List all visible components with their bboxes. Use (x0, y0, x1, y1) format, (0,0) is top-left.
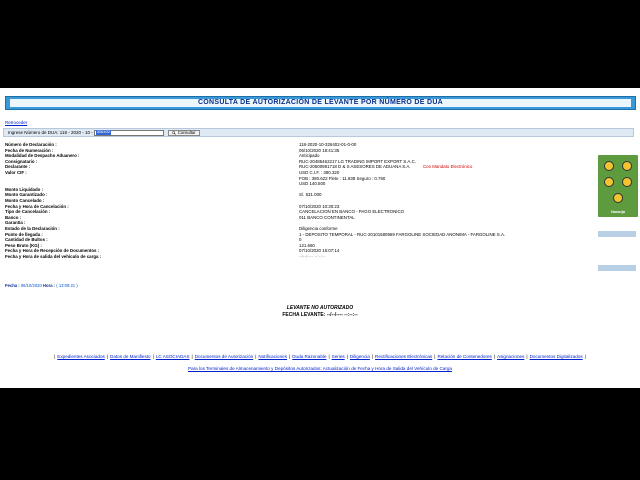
link-separator: | (493, 354, 496, 359)
detail-label: Banco : (5, 214, 22, 220)
detail-label: Fecha y Hora de salida del vehículo de c… (5, 253, 102, 259)
detail-label: Punto de llegada : (5, 231, 43, 237)
detail-value: CANCELACION EN BANCO - PAGO ELECTRONICO (299, 209, 405, 215)
detail-label: Estado de la Declaración : (5, 225, 60, 231)
related-links: | Expedientes Asociados | Datos de Manifies… (0, 354, 640, 360)
light-bottom-icon (613, 193, 623, 203)
page-title-banner: CONSULTA DE AUTORIZACIÓN DE LEVANTE POR … (5, 96, 636, 110)
detail-label: Número de Declaración : (5, 142, 57, 147)
related-link[interactable]: Documentos Digitalizados (530, 354, 583, 359)
detail-value: 1 - DEPOSITO TEMPORAL - RUC-20101580969 … (299, 231, 506, 237)
detail-value: 07/10/2020 16:07:14 (299, 248, 340, 254)
fecha-levante-value: --/--/---- --:--:-- (326, 312, 358, 318)
fecha-levante: FECHA LEVANTE: --/--/---- --:--:-- (0, 312, 640, 318)
detail-value: 118-2020-10-326402-01-0-00 (299, 142, 357, 147)
light-top-left-icon (604, 161, 614, 171)
link-separator: | (328, 354, 330, 359)
detail-value: RUC-20485462217 LG TRADING IMPORT EXPORT… (299, 158, 416, 164)
detail-value: S/. 531.000 (299, 192, 322, 198)
link-separator: | (54, 354, 56, 359)
link-separator: | (434, 354, 436, 359)
detail-value: RUC-20500981718 D & S ASESORES DE ADUANA… (299, 164, 411, 170)
detail-label: Modalidad de Despacho Aduanero : (5, 153, 80, 159)
detail-label: Consignatario : (5, 158, 38, 164)
detail-label: Declarante : (5, 164, 31, 170)
query-timestamp: Fecha : 06/10/2020 Hora : ( 13:09:21 ) (5, 283, 78, 288)
link-separator: | (106, 354, 109, 359)
consultar-button[interactable]: Consultar (167, 129, 200, 136)
link-separator: | (346, 354, 348, 359)
levante-status: LEVANTE NO AUTORIZADO FECHA LEVANTE: --/… (0, 305, 640, 318)
detail-label: Fecha de Numeración : (5, 147, 54, 153)
detail-label: Fecha y Hora de Recepción de Documentos … (5, 248, 100, 254)
hora-label: Hora : (42, 283, 56, 288)
related-link[interactable]: Series (332, 354, 345, 359)
detail-label: Cantidad de Bultos : (5, 237, 48, 243)
fecha-value: 06/10/2020 (20, 283, 42, 288)
detail-label: Fecha y Hora de Cancelación : (5, 203, 69, 209)
detail-label: Garantía : (5, 220, 26, 226)
search-icon (171, 130, 176, 135)
related-link[interactable]: Notificaciones (258, 354, 287, 359)
channel-indicator: Naranja (598, 155, 638, 217)
detail-value: Diligencia conforme (299, 225, 338, 231)
consultar-button-label: Consultar (177, 129, 196, 135)
detail-value: --/--/---- --:--:-- (299, 253, 326, 259)
detail-value: FOB : 380.622 Flete : 11.838 Seguro : 0.… (299, 175, 386, 181)
related-link[interactable]: Documentos de Autorización (195, 354, 253, 359)
link-separator: | (371, 354, 374, 359)
status-bar-2 (598, 265, 636, 271)
declaration-details: Número de Declaración : 118-2020-10-32640… (5, 142, 525, 259)
levante-status-text: LEVANTE NO AUTORIZADO (286, 305, 354, 311)
detail-label: Monto Liquidado : (5, 186, 44, 192)
link-separator: | (255, 354, 257, 359)
detail-value: Anticipado (299, 153, 320, 159)
link-separator: | (152, 354, 154, 359)
related-link[interactable]: LC ASOCIADAS (156, 354, 190, 359)
detail-value: 06/10/2020 18:41:35 (299, 147, 340, 153)
related-link[interactable]: Duda Razonable (292, 354, 326, 359)
detail-value: 07/10/2020 10:30:23 (299, 203, 340, 209)
detail-label: Monto Garantizado : (5, 192, 48, 198)
related-link[interactable]: Diligencia (350, 354, 370, 359)
fecha-label: Fecha : (5, 283, 20, 288)
link-separator: | (191, 354, 193, 359)
related-link[interactable]: Datos de Manifiesto (110, 354, 151, 359)
actualizacion-salida-link[interactable]: Para los Terminales de Almacenamiento y … (0, 366, 640, 372)
dua-number-input[interactable]: 326402 (93, 129, 164, 136)
related-link[interactable]: Rectificaciones Electrónicas (375, 354, 432, 359)
light-middle-left-icon (604, 177, 614, 187)
related-link[interactable]: Expedientes Asociados (57, 354, 105, 359)
detail-label: Peso Bruto (KG) : (5, 242, 42, 248)
status-bar-1 (598, 231, 636, 237)
fecha-levante-label: FECHA LEVANTE: (282, 312, 326, 318)
link-separator: | (289, 354, 291, 359)
link-separator: | (584, 354, 586, 359)
light-top-right-icon (622, 161, 632, 171)
related-link[interactable]: Relación de Contenedores (437, 354, 491, 359)
page-title: CONSULTA DE AUTORIZACIÓN DE LEVANTE POR … (10, 99, 631, 107)
detail-value: 121.660 (299, 242, 315, 248)
link-separator: | (526, 354, 528, 359)
detail-value: USD 140.500 (299, 181, 326, 187)
detail-label: Monto Cancelado : (5, 197, 45, 203)
channel-label: Naranja (611, 210, 625, 215)
consulta-levante-page: CONSULTA DE AUTORIZACIÓN DE LEVANTE POR … (0, 88, 640, 388)
dua-number-value: 326402 (95, 129, 112, 135)
detail-label: Tipo de Cancelación : (5, 209, 51, 215)
detail-label: Valor CIF : (5, 169, 27, 175)
detail-value: USD C.I.F. : 380.320 (299, 169, 340, 175)
light-middle-right-icon (622, 177, 632, 187)
detail-value: 011 BANCO CONTINENTAL (299, 214, 355, 220)
detail-value: 0 (299, 237, 302, 243)
related-link[interactable]: Asignaciones (497, 354, 524, 359)
mandato-electronico-badge: Con Mandato Electrónico (423, 164, 473, 170)
search-label: Ingrese Número de DUA: 118 - 2020 - 10 - (8, 129, 93, 135)
search-bar: Ingrese Número de DUA: 118 - 2020 - 10 -… (3, 128, 634, 137)
detail-row: Fecha y Hora de salida del vehículo de c… (5, 254, 525, 260)
back-link[interactable]: Retroceder (5, 120, 27, 125)
hora-value: ( 13:09:21 ) (56, 283, 78, 288)
